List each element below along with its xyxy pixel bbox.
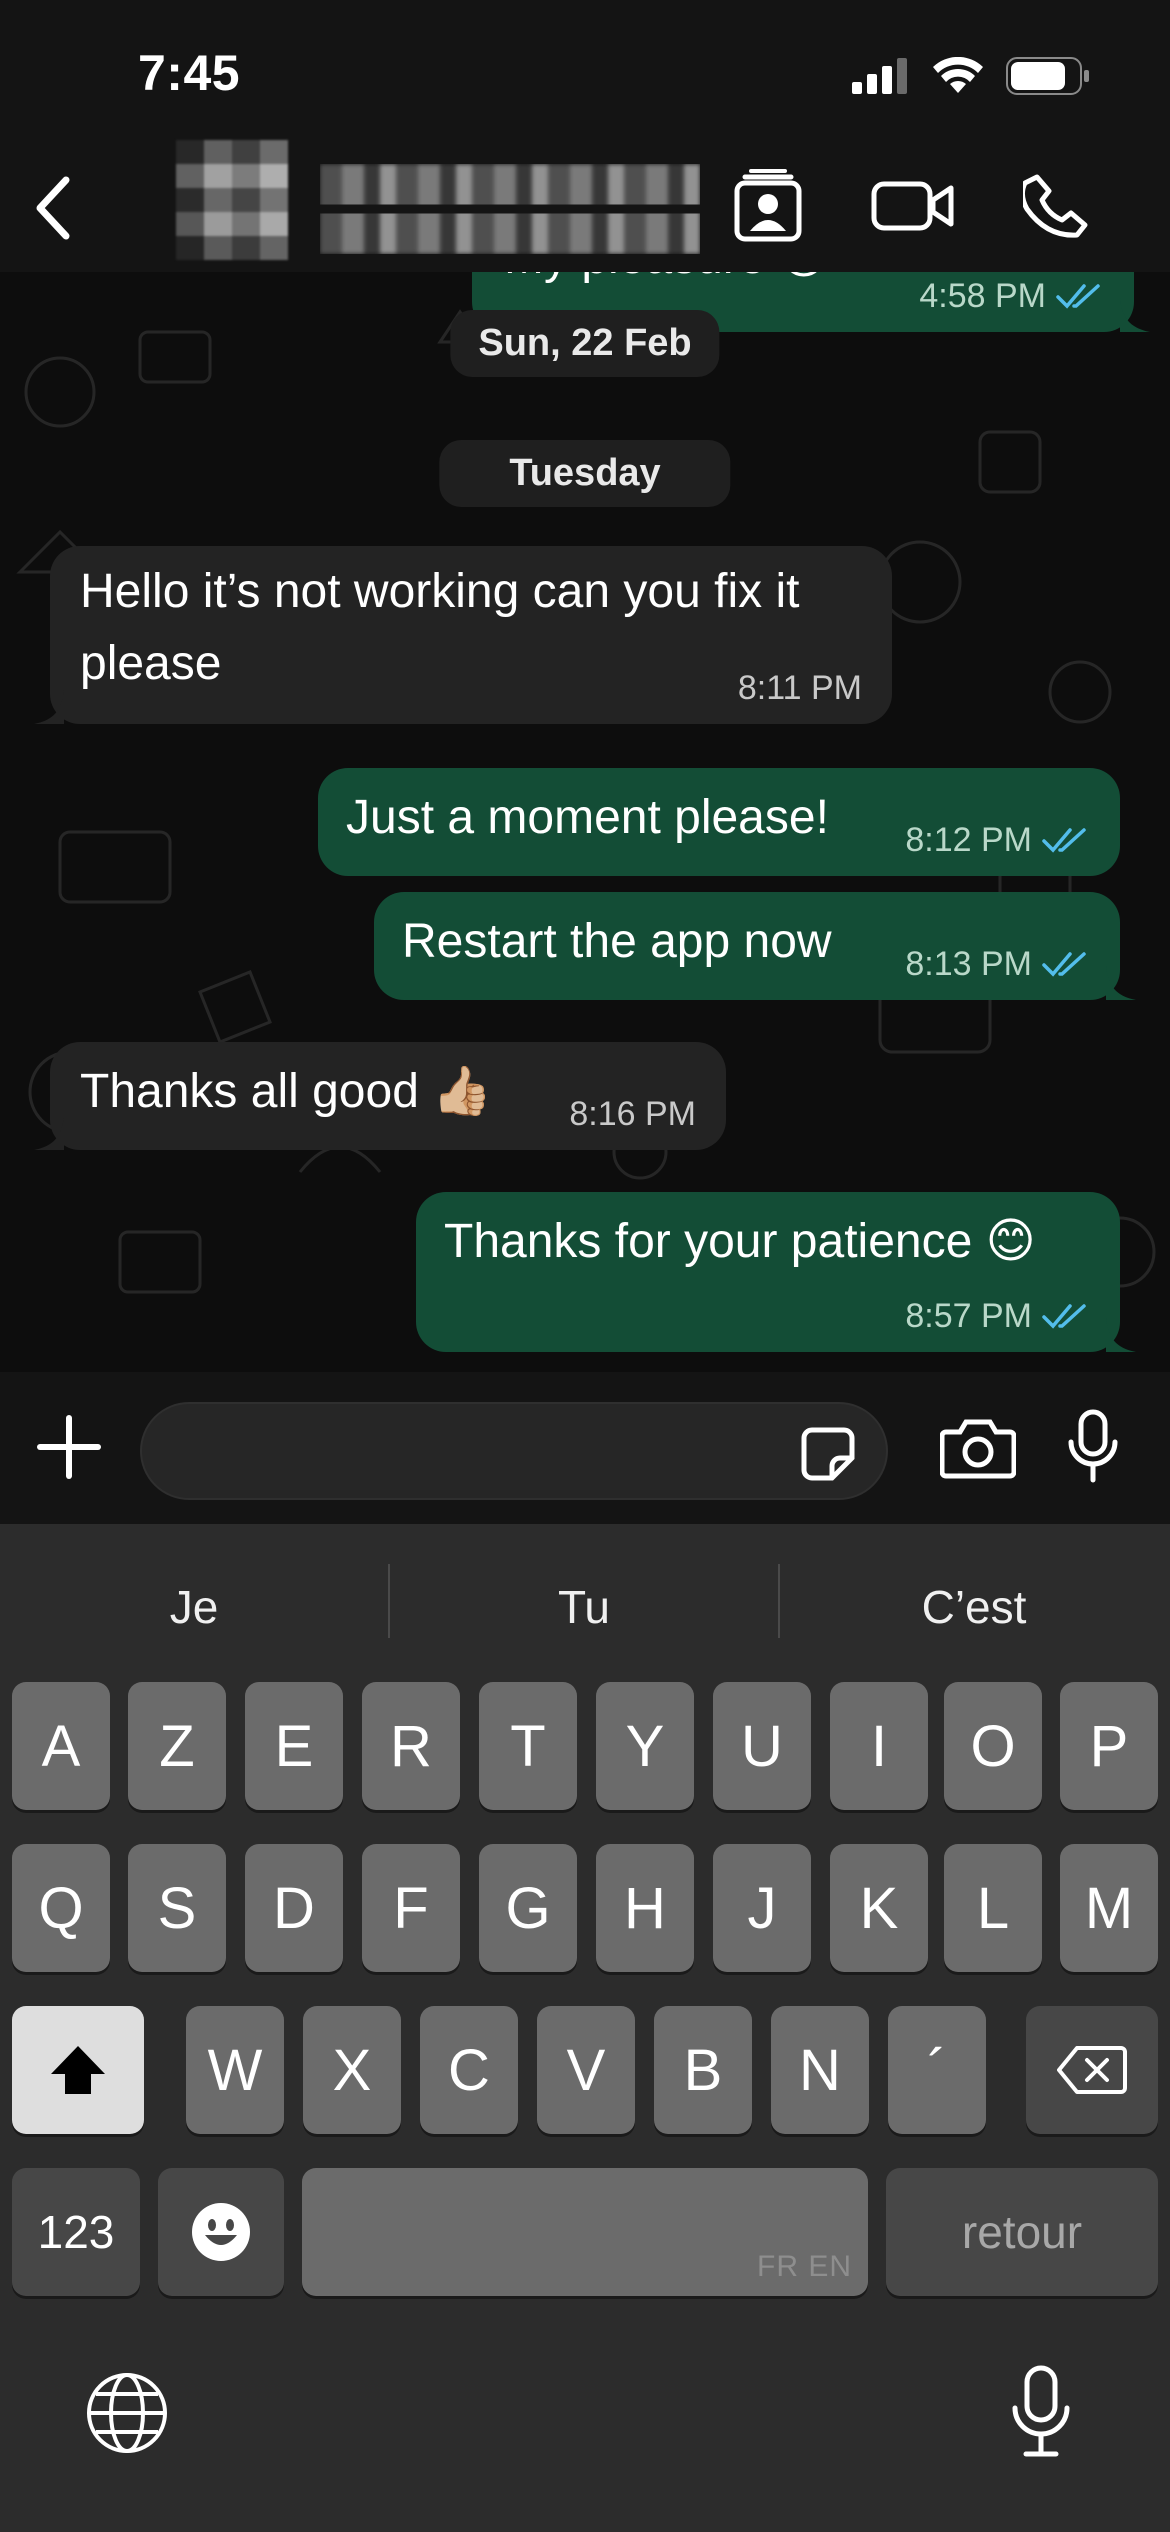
key[interactable]: M	[1060, 1844, 1158, 1972]
key[interactable]: T	[479, 1682, 577, 1810]
message-time: 8:11 PM	[737, 669, 862, 707]
key[interactable]: W	[186, 2006, 284, 2134]
read-ticks-icon	[1056, 284, 1100, 309]
key[interactable]: C	[420, 2006, 518, 2134]
bubble-tail	[34, 1116, 64, 1150]
voice-call-button[interactable]	[1020, 166, 1092, 246]
shift-key[interactable]	[12, 2006, 144, 2134]
key[interactable]: F	[362, 1844, 460, 1972]
key[interactable]: L	[944, 1844, 1042, 1972]
battery-icon	[1006, 57, 1089, 95]
back-chevron-icon[interactable]	[20, 168, 90, 248]
date-separator: Tuesday	[439, 440, 731, 507]
key[interactable]: ´	[888, 2006, 986, 2134]
globe-icon[interactable]	[84, 2370, 170, 2456]
signal-icon	[852, 58, 907, 94]
shift-icon	[51, 2046, 105, 2094]
message-meta: 8:57 PM	[905, 1296, 1090, 1336]
contact-card-icon	[734, 169, 802, 242]
key[interactable]: Y	[596, 1682, 694, 1810]
space-bar[interactable]: FR EN	[302, 2168, 868, 2296]
message-meta: 8:13 PM	[905, 944, 1090, 984]
contact-card-button[interactable]	[730, 166, 806, 246]
backspace-icon	[1057, 2046, 1127, 2094]
message-meta: 8:11 PM	[738, 668, 862, 708]
message-bubble-incoming[interactable]: Thanks all good 👍🏼 8:16 PM	[34, 1042, 726, 1150]
message-input[interactable]	[140, 1402, 888, 1500]
emoji-key[interactable]	[158, 2168, 284, 2296]
keyboard: Je Tu C’est A Z E R T Y U I O P Q S D F …	[0, 1524, 1170, 2532]
whatsapp-chat-screen: My pleasure 😊 4:58 PM Sun, 22 Feb Tuesda…	[0, 0, 1170, 2532]
message-time: 4:58 PM	[919, 277, 1046, 315]
bubble-tail	[1120, 298, 1150, 332]
sticker-icon[interactable]	[800, 1426, 856, 1482]
key[interactable]: K	[830, 1844, 928, 1972]
message-time: 8:12 PM	[905, 821, 1032, 859]
dictation-mic-icon[interactable]	[1008, 2364, 1074, 2460]
message-time: 8:16 PM	[569, 1095, 696, 1133]
avatar[interactable]	[176, 140, 288, 260]
status-icons	[852, 56, 1090, 96]
numbers-key[interactable]: 123	[12, 2168, 140, 2296]
message-text: Restart the app now	[402, 915, 832, 968]
key[interactable]: D	[245, 1844, 343, 1972]
message-bubble-outgoing[interactable]: Thanks for your patience 😊 8:57 PM	[416, 1192, 1136, 1352]
key[interactable]: V	[537, 2006, 635, 2134]
message-text: Thanks for your patience 😊	[444, 1215, 1036, 1268]
suggestion-item[interactable]: Tu	[390, 1580, 778, 1634]
key[interactable]: Z	[128, 1682, 226, 1810]
key[interactable]: N	[771, 2006, 869, 2134]
message-text: Just a moment please!	[346, 791, 829, 844]
key[interactable]: E	[245, 1682, 343, 1810]
message-meta: 8:16 PM	[569, 1094, 696, 1134]
chat-area[interactable]: My pleasure 😊 4:58 PM Sun, 22 Feb Tuesda…	[0, 272, 1170, 1372]
key[interactable]: R	[362, 1682, 460, 1810]
message-meta: 8:12 PM	[905, 820, 1090, 860]
message-bubble-outgoing[interactable]: Restart the app now 8:13 PM	[374, 892, 1136, 1000]
suggestion-item[interactable]: Je	[0, 1580, 388, 1634]
suggestion-item[interactable]: C’est	[780, 1580, 1168, 1634]
bubble-tail	[1106, 1318, 1136, 1352]
key[interactable]: U	[713, 1682, 811, 1810]
message-time: 8:13 PM	[905, 945, 1032, 983]
video-call-button[interactable]	[870, 166, 956, 246]
return-key[interactable]: retour	[886, 2168, 1158, 2296]
backspace-key[interactable]	[1026, 2006, 1158, 2134]
chat-header: 7:45	[0, 0, 1170, 272]
key[interactable]: H	[596, 1844, 694, 1972]
message-text: Thanks all good 👍🏼	[80, 1065, 492, 1118]
read-ticks-icon	[1042, 1304, 1086, 1329]
status-time: 7:45	[138, 45, 241, 101]
read-ticks-icon	[1042, 952, 1086, 977]
bubble-tail	[1106, 966, 1136, 1000]
message-meta: 4:58 PM	[919, 276, 1104, 316]
message-bubble-incoming[interactable]: Hello it’s not working can you fix it pl…	[34, 546, 892, 724]
key[interactable]: S	[128, 1844, 226, 1972]
space-language-label: FR EN	[757, 2250, 852, 2283]
read-ticks-icon	[1042, 828, 1086, 853]
key[interactable]: X	[303, 2006, 401, 2134]
phone-icon	[1023, 174, 1088, 238]
key[interactable]: A	[12, 1682, 110, 1810]
key[interactable]: O	[944, 1682, 1042, 1810]
camera-icon[interactable]	[940, 1414, 1016, 1480]
date-separator: Sun, 22 Feb	[450, 310, 720, 377]
key[interactable]: I	[830, 1682, 928, 1810]
video-call-icon	[871, 181, 954, 231]
key[interactable]: G	[479, 1844, 577, 1972]
key[interactable]: J	[713, 1844, 811, 1972]
message-time: 8:57 PM	[905, 1297, 1032, 1335]
key[interactable]: P	[1060, 1682, 1158, 1810]
message-text: My pleasure 😊	[504, 272, 829, 294]
bubble-tail	[34, 690, 64, 724]
key[interactable]: Q	[12, 1844, 110, 1972]
key[interactable]: B	[654, 2006, 752, 2134]
wifi-icon	[933, 57, 983, 93]
emoji-icon	[192, 2203, 250, 2261]
message-input-bar	[0, 1372, 1170, 1524]
message-bubble-outgoing[interactable]: Just a moment please! 8:12 PM	[318, 768, 1120, 876]
mic-icon[interactable]	[1066, 1408, 1120, 1484]
contact-name[interactable]	[320, 164, 700, 254]
plus-icon[interactable]	[36, 1414, 102, 1480]
